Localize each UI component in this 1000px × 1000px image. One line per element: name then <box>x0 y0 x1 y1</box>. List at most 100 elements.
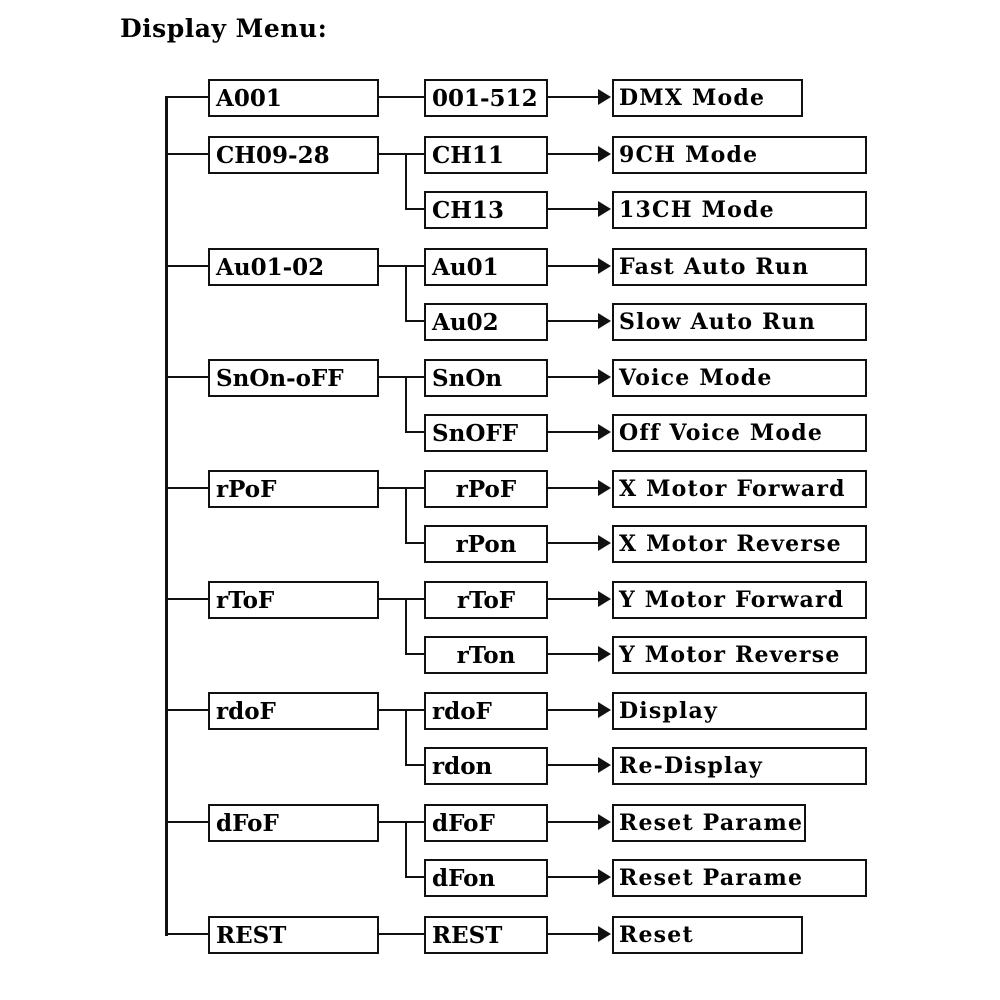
node-level2-snon[interactable]: SnOn <box>424 359 548 397</box>
node-label: dFon <box>432 864 496 892</box>
connector-ch13-13ch <box>548 208 600 210</box>
node-level3-x-motor-forward[interactable]: X Motor Forward <box>612 470 867 508</box>
node-label: Re-Display <box>619 753 764 779</box>
connector-rdof-display <box>548 709 600 711</box>
branch-stub-au0102 <box>379 265 407 267</box>
node-label: rPon <box>455 530 517 558</box>
node-level2-rdon[interactable]: rdon <box>424 747 548 785</box>
node-label: Au02 <box>432 308 499 336</box>
node-level1-rest[interactable]: REST <box>208 916 379 954</box>
node-level3-reset[interactable]: Reset <box>612 916 803 954</box>
node-label: rPoF <box>455 475 517 503</box>
connector-rdon-redisplay <box>548 764 600 766</box>
arrow-icon <box>598 646 611 662</box>
node-level1-dfof[interactable]: dFoF <box>208 804 379 842</box>
arrow-icon <box>598 535 611 551</box>
connector-trunk-rpof <box>165 487 210 489</box>
connector-a001-001512 <box>379 96 425 98</box>
branch-arm-dfon <box>405 876 425 878</box>
arrow-icon <box>598 258 611 274</box>
branch-vline-rdof <box>405 709 407 765</box>
node-level3-x-motor-reverse[interactable]: X Motor Reverse <box>612 525 867 563</box>
node-label: Off Voice Mode <box>619 420 824 446</box>
node-level2-rpof[interactable]: rPoF <box>424 470 548 508</box>
connector-trunk-rdof <box>165 709 210 711</box>
connector-trunk-dfof <box>165 821 210 823</box>
node-level1-rpof[interactable]: rPoF <box>208 470 379 508</box>
node-level3-display[interactable]: Display <box>612 692 867 730</box>
diagram-canvas: Display Menu: A001 001-512 DMX Mode CH09… <box>0 0 1000 1000</box>
node-level3-off-voice-mode[interactable]: Off Voice Mode <box>612 414 867 452</box>
node-level2-ch13[interactable]: CH13 <box>424 191 548 229</box>
node-level1-rdof[interactable]: rdoF <box>208 692 379 730</box>
branch-arm-rdon <box>405 764 425 766</box>
node-level3-reset-parame-2[interactable]: Reset Parame <box>612 859 867 897</box>
node-label: Fast Auto Run <box>619 254 810 280</box>
node-label: REST <box>216 921 287 949</box>
node-label: 001-512 <box>432 84 538 112</box>
node-level3-reset-parame-1[interactable]: Reset Parame <box>612 804 806 842</box>
branch-stub-rtof <box>379 598 407 600</box>
arrow-icon <box>598 480 611 496</box>
connector-rpon-xrev <box>548 542 600 544</box>
node-level2-rest[interactable]: REST <box>424 916 548 954</box>
node-level1-au01-02[interactable]: Au01-02 <box>208 248 379 286</box>
branch-vline-dfof <box>405 821 407 877</box>
connector-rpof-xfwd <box>548 487 600 489</box>
connector-rest-reset <box>548 933 600 935</box>
node-label: Y Motor Forward <box>619 587 845 613</box>
node-label: Slow Auto Run <box>619 309 816 335</box>
arrow-icon <box>598 702 611 718</box>
node-label: CH13 <box>432 196 505 224</box>
node-label: rdon <box>432 752 493 780</box>
node-label: rdoF <box>216 697 276 725</box>
connector-trunk-ch0928 <box>165 153 210 155</box>
node-label: Reset <box>619 922 694 948</box>
branch-arm-rpof <box>405 487 425 489</box>
node-level2-rtof[interactable]: rToF <box>424 581 548 619</box>
node-level2-001-512[interactable]: 001-512 <box>424 79 548 117</box>
node-level3-9ch-mode[interactable]: 9CH Mode <box>612 136 867 174</box>
branch-arm-rtof <box>405 598 425 600</box>
node-level2-rdof[interactable]: rdoF <box>424 692 548 730</box>
node-label: Voice Mode <box>619 365 773 391</box>
arrow-icon <box>598 814 611 830</box>
node-level2-au02[interactable]: Au02 <box>424 303 548 341</box>
node-label: Reset Parame <box>619 810 804 836</box>
branch-vline-snonoff <box>405 376 407 432</box>
node-label: A001 <box>216 84 282 112</box>
node-level2-dfof[interactable]: dFoF <box>424 804 548 842</box>
connector-trunk-rtof <box>165 598 210 600</box>
node-level3-fast-auto-run[interactable]: Fast Auto Run <box>612 248 867 286</box>
node-level1-a001[interactable]: A001 <box>208 79 379 117</box>
node-label: DMX Mode <box>619 85 766 111</box>
branch-vline-rtof <box>405 598 407 654</box>
node-level3-slow-auto-run[interactable]: Slow Auto Run <box>612 303 867 341</box>
branch-stub-rpof <box>379 487 407 489</box>
node-level1-snon-off[interactable]: SnOn-oFF <box>208 359 379 397</box>
node-level3-re-display[interactable]: Re-Display <box>612 747 867 785</box>
node-level3-voice-mode[interactable]: Voice Mode <box>612 359 867 397</box>
node-level3-13ch-mode[interactable]: 13CH Mode <box>612 191 867 229</box>
node-level3-y-motor-forward[interactable]: Y Motor Forward <box>612 581 867 619</box>
node-level3-dmx-mode[interactable]: DMX Mode <box>612 79 803 117</box>
node-level2-rpon[interactable]: rPon <box>424 525 548 563</box>
node-level2-rton[interactable]: rTon <box>424 636 548 674</box>
node-level1-rtof[interactable]: rToF <box>208 581 379 619</box>
node-level2-ch11[interactable]: CH11 <box>424 136 548 174</box>
node-label: 13CH Mode <box>619 197 775 223</box>
node-label: 9CH Mode <box>619 142 759 168</box>
node-label: dFoF <box>432 809 495 837</box>
connector-trunk-au0102 <box>165 265 210 267</box>
node-label: X Motor Forward <box>619 476 846 502</box>
node-level2-snoff[interactable]: SnOFF <box>424 414 548 452</box>
node-level3-y-motor-reverse[interactable]: Y Motor Reverse <box>612 636 867 674</box>
node-level2-dfon[interactable]: dFon <box>424 859 548 897</box>
node-level1-ch09-28[interactable]: CH09-28 <box>208 136 379 174</box>
connector-snoff-offvoice <box>548 431 600 433</box>
connector-trunk-a001 <box>165 96 210 98</box>
node-label: Au01-02 <box>216 253 325 281</box>
node-level2-au01[interactable]: Au01 <box>424 248 548 286</box>
connector-trunk-snonoff <box>165 376 210 378</box>
branch-arm-ch11 <box>405 153 425 155</box>
